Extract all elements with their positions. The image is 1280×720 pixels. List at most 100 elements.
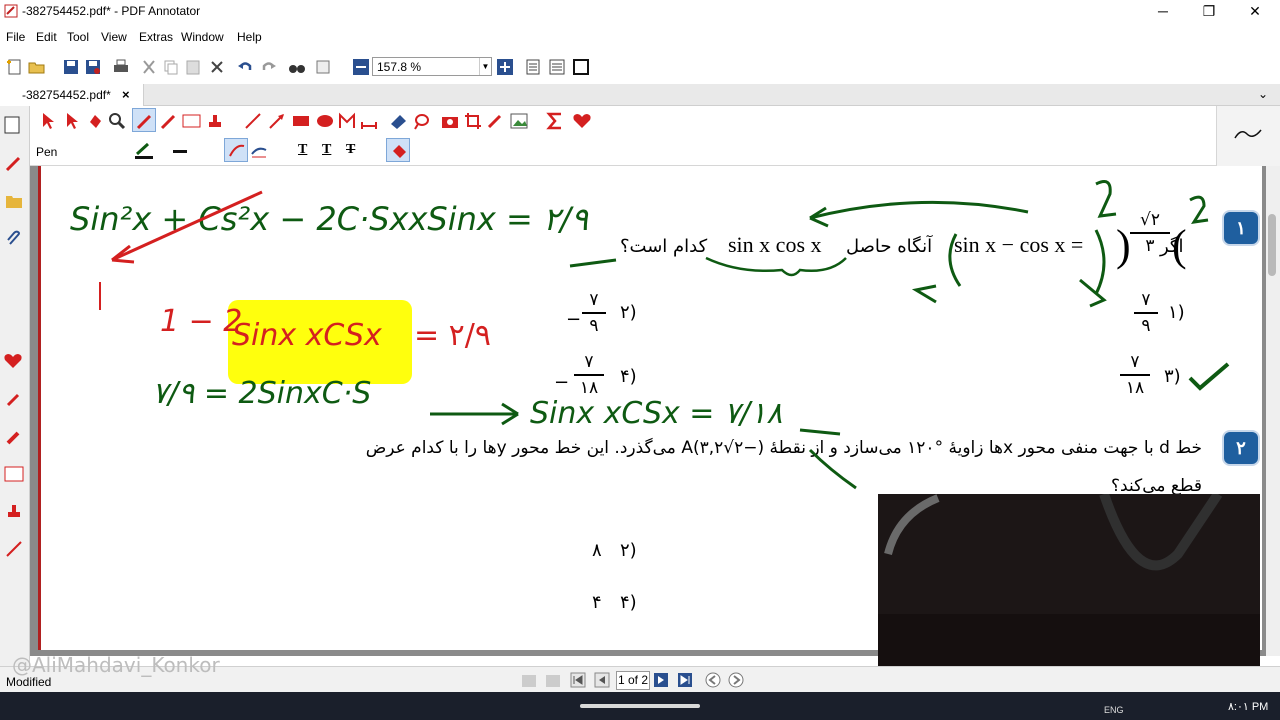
chevron-down-icon[interactable]: ▼	[479, 58, 491, 75]
line-icon[interactable]	[244, 112, 262, 130]
navigate-back-icon[interactable]	[704, 671, 722, 689]
text-strikeout-button[interactable]: T	[346, 142, 355, 158]
close-tab-icon[interactable]: ×	[122, 87, 130, 102]
text-annotation-icon[interactable]	[182, 112, 202, 130]
freehand-smooth-button[interactable]	[224, 138, 248, 162]
highlighter-tool-icon[interactable]	[5, 428, 23, 446]
page-layout-icon[interactable]	[314, 58, 332, 76]
eraser-icon[interactable]	[388, 112, 408, 130]
last-page-icon[interactable]	[677, 672, 693, 688]
presentation-pointer-button[interactable]	[386, 138, 410, 162]
line-tool-icon[interactable]	[5, 540, 23, 558]
new-document-icon[interactable]	[6, 58, 24, 76]
save-as-icon[interactable]	[84, 58, 102, 76]
window-title: -382754452.pdf* - PDF Annotator	[22, 4, 201, 18]
pen-color-icon[interactable]	[134, 142, 156, 160]
document-tab-label: -382754452.pdf*	[22, 88, 111, 102]
menu-extras[interactable]: Extras	[139, 30, 173, 44]
stamp-icon[interactable]	[5, 502, 23, 520]
straighten-icon[interactable]	[250, 142, 268, 160]
zoom-out-icon[interactable]	[352, 58, 370, 76]
menu-window[interactable]: Window	[181, 30, 224, 44]
lasso-icon[interactable]	[412, 112, 430, 130]
option-3-numerator: ۷	[1130, 352, 1140, 372]
current-tool-label: Pen	[36, 145, 58, 159]
open-folder-icon[interactable]	[28, 58, 46, 76]
fit-width-icon[interactable]	[548, 58, 566, 76]
paren-left: (	[1172, 221, 1187, 270]
thumbnail-view-icon[interactable]	[520, 672, 538, 690]
edit-pencil-icon[interactable]	[486, 112, 504, 130]
marker-icon[interactable]	[160, 112, 178, 130]
menu-tool[interactable]: Tool	[67, 30, 89, 44]
two-page-view-icon[interactable]	[544, 672, 562, 690]
insert-image-icon[interactable]	[510, 112, 530, 130]
attachment-paperclip-icon[interactable]	[5, 230, 23, 248]
zoom-level-combobox[interactable]: 157.8 % ▼	[372, 57, 492, 76]
print-icon[interactable]	[112, 58, 130, 76]
favorites-heart-icon[interactable]	[572, 112, 592, 130]
pen-tool-button-active[interactable]	[132, 108, 156, 132]
copy-icon[interactable]	[162, 58, 180, 76]
document-tab[interactable]: -382754452.pdf* ×	[0, 84, 144, 106]
line-style-icon[interactable]	[172, 146, 194, 156]
navigate-forward-icon[interactable]	[727, 671, 745, 689]
undo-icon[interactable]	[236, 58, 254, 76]
marker-tool-icon[interactable]	[5, 390, 23, 408]
find-binoculars-icon[interactable]	[288, 58, 306, 76]
zoom-tool-icon[interactable]	[108, 112, 126, 130]
hand-tool-icon[interactable]	[86, 112, 104, 130]
select-arrow-icon[interactable]	[40, 112, 56, 130]
redo-icon[interactable]	[260, 58, 278, 76]
given-fraction: √۲ ۳	[1130, 210, 1170, 256]
vertical-scrollbar-thumb[interactable]	[1268, 214, 1276, 276]
rectangle-icon[interactable]	[292, 114, 310, 128]
menu-view[interactable]: View	[101, 30, 127, 44]
minimize-button[interactable]: ─	[1140, 0, 1186, 24]
formula-sigma-icon[interactable]	[546, 112, 564, 130]
q2-option-2-label[interactable]: ۲)	[620, 540, 637, 561]
tab-list-chevron-icon[interactable]: ⌄	[1258, 87, 1268, 101]
menu-file[interactable]: File	[6, 30, 25, 44]
favorite-heart-icon[interactable]	[3, 352, 23, 370]
zoom-level-value: 157.8 %	[377, 60, 422, 74]
option-1-label[interactable]: ۱)	[1168, 302, 1185, 323]
question-1-text-end: کدام است؟	[620, 236, 708, 257]
measure-icon[interactable]	[360, 112, 378, 130]
page-indicator[interactable]: 1 of 2	[616, 671, 650, 690]
option-1-denominator: ۹	[1141, 315, 1151, 336]
text-box-icon[interactable]	[4, 466, 24, 482]
first-page-icon[interactable]	[570, 672, 586, 688]
menu-edit[interactable]: Edit	[36, 30, 57, 44]
option-2-label[interactable]: ۲)	[620, 302, 637, 323]
previous-page-icon[interactable]	[594, 672, 610, 688]
maximize-button[interactable]: ❐	[1186, 0, 1232, 24]
system-clock: ۸:۰۱ PM	[1228, 701, 1269, 713]
arrow-icon[interactable]	[268, 112, 286, 130]
option-3-label[interactable]: ۳)	[1164, 366, 1181, 387]
q2-option-4-label[interactable]: ۴)	[620, 592, 637, 613]
input-language-indicator[interactable]: ENG	[1104, 705, 1124, 715]
option-4-label[interactable]: ۴)	[620, 366, 637, 387]
page-thumbnail-icon[interactable]	[4, 116, 20, 134]
snapshot-camera-icon[interactable]	[440, 112, 460, 130]
ellipse-icon[interactable]	[316, 114, 334, 128]
delete-icon[interactable]	[208, 58, 226, 76]
zoom-in-icon[interactable]	[496, 58, 514, 76]
folder-icon[interactable]	[5, 192, 23, 210]
full-screen-icon[interactable]	[572, 58, 590, 76]
select-text-icon[interactable]	[64, 112, 80, 130]
text-underline-button[interactable]: T	[298, 142, 307, 158]
fit-page-icon[interactable]	[524, 58, 542, 76]
paste-icon[interactable]	[184, 58, 202, 76]
menu-help[interactable]: Help	[237, 30, 262, 44]
cut-icon[interactable]	[140, 58, 158, 76]
next-page-icon[interactable]	[653, 672, 669, 688]
polygon-icon[interactable]	[338, 112, 356, 130]
stamp-tool-icon[interactable]	[206, 112, 226, 130]
text-squiggly-button[interactable]: T	[322, 142, 331, 158]
pen-tool-icon[interactable]	[5, 154, 23, 172]
save-icon[interactable]	[62, 58, 80, 76]
crop-icon[interactable]	[464, 112, 482, 130]
close-window-button[interactable]: ✕	[1232, 0, 1278, 24]
